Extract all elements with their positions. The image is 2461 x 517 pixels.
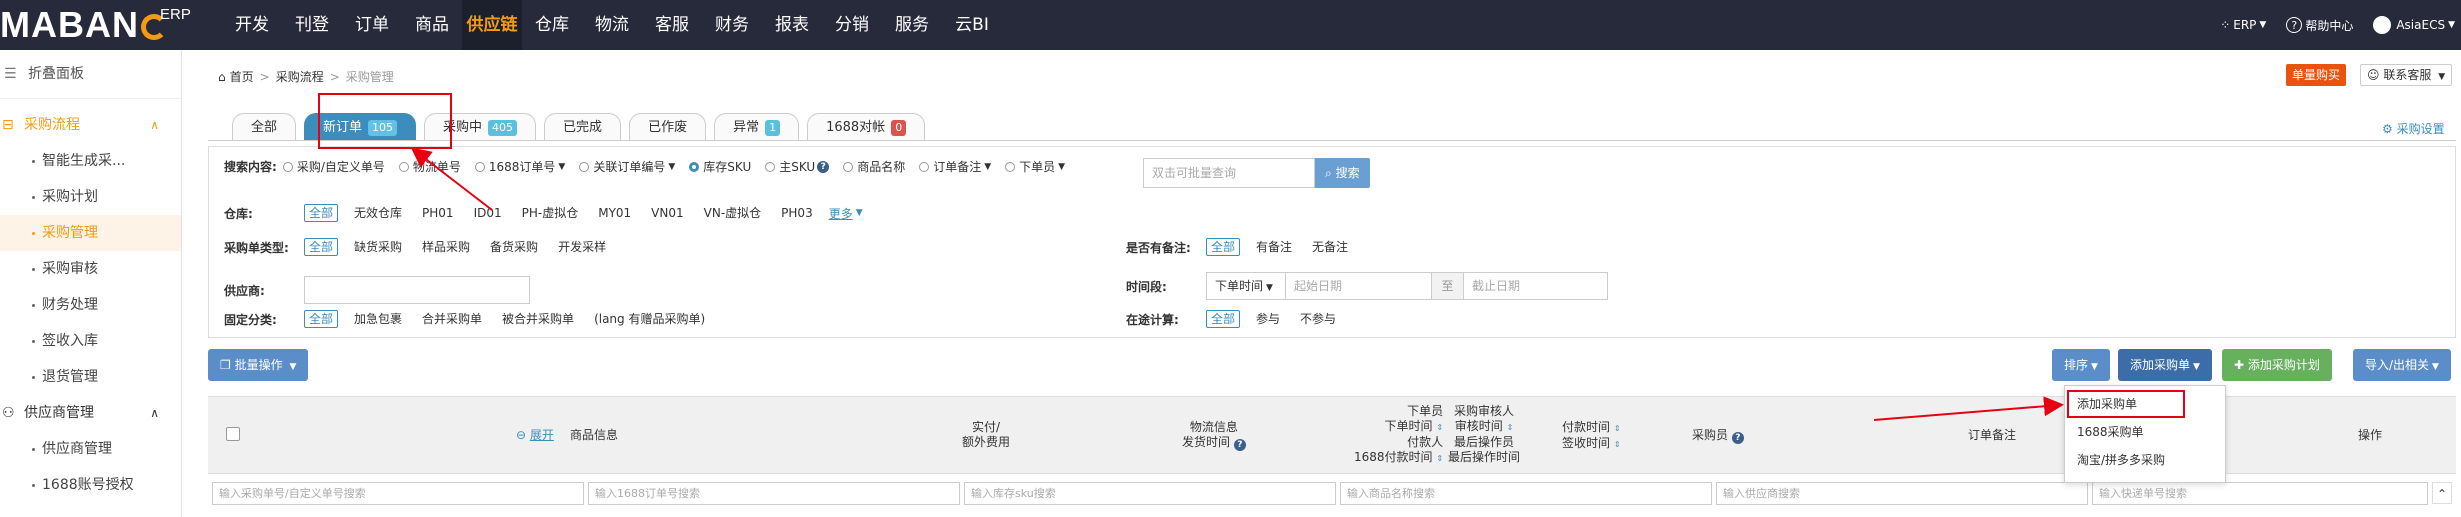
arrow-to-new-order-tab (410, 147, 493, 211)
arrow-to-add-purchase-order (1873, 396, 2064, 421)
annotation-arrows (410, 147, 2064, 421)
